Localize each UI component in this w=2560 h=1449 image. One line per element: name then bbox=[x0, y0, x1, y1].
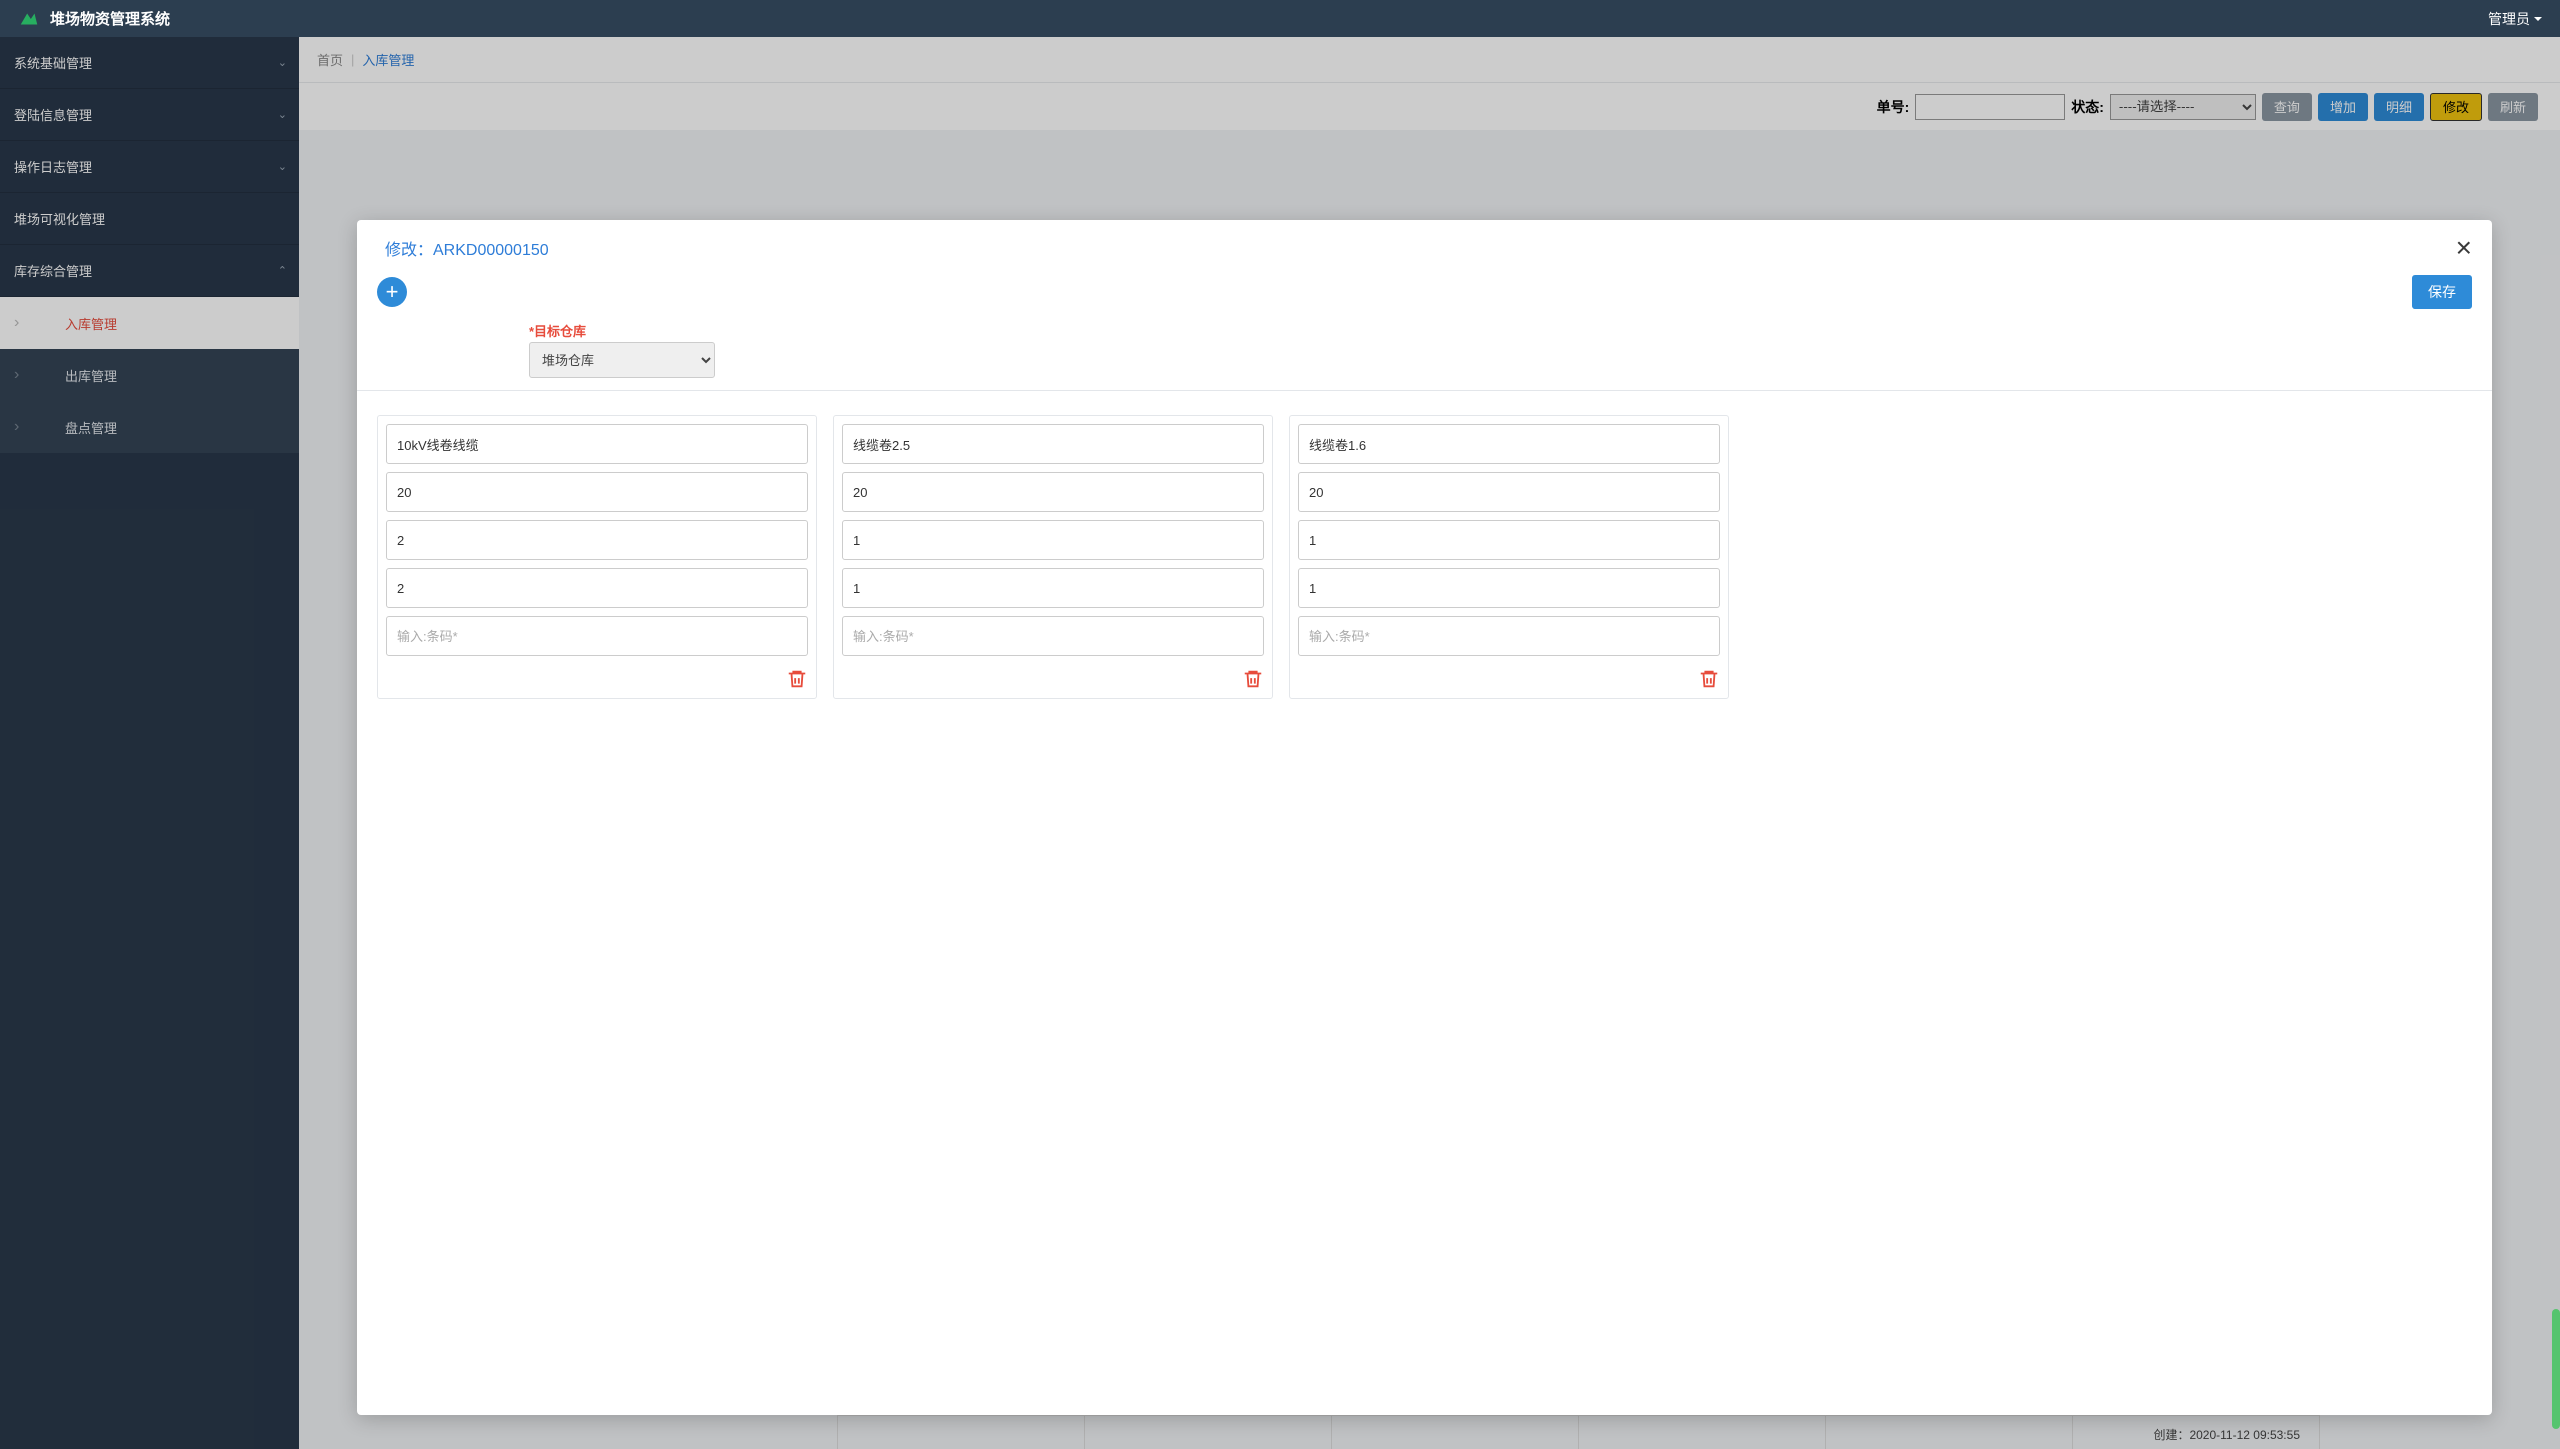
item-field-3[interactable] bbox=[1298, 568, 1720, 608]
user-menu[interactable]: 管理员 bbox=[2488, 9, 2542, 29]
item-name-input[interactable] bbox=[1298, 424, 1720, 464]
caret-down-icon bbox=[2534, 17, 2542, 21]
item-name-input[interactable] bbox=[842, 424, 1264, 464]
cards-container bbox=[357, 391, 2492, 723]
item-name-input[interactable] bbox=[386, 424, 808, 464]
trash-icon[interactable] bbox=[786, 668, 808, 690]
logo-icon bbox=[18, 8, 40, 30]
app-header: 堆场物资管理系统 管理员 bbox=[0, 0, 2560, 37]
trash-icon[interactable] bbox=[1698, 668, 1720, 690]
item-field-1[interactable] bbox=[842, 472, 1264, 512]
target-warehouse-label: *目标仓库 bbox=[385, 321, 2464, 340]
trash-icon[interactable] bbox=[1242, 668, 1264, 690]
save-button[interactable]: 保存 bbox=[2412, 275, 2472, 309]
add-card-button[interactable]: + bbox=[377, 277, 407, 307]
app-title: 堆场物资管理系统 bbox=[50, 8, 170, 29]
user-label: 管理员 bbox=[2488, 9, 2530, 29]
close-icon[interactable]: × bbox=[2456, 234, 2472, 262]
item-barcode-input[interactable] bbox=[842, 616, 1264, 656]
item-barcode-input[interactable] bbox=[386, 616, 808, 656]
item-field-1[interactable] bbox=[1298, 472, 1720, 512]
modal-title: 修改：ARKD00000150 bbox=[385, 236, 549, 260]
item-barcode-input[interactable] bbox=[1298, 616, 1720, 656]
item-card bbox=[377, 415, 817, 699]
item-field-1[interactable] bbox=[386, 472, 808, 512]
edit-modal: 修改：ARKD00000150 × + 保存 *目标仓库 堆场仓库 bbox=[357, 220, 2492, 1415]
item-field-2[interactable] bbox=[386, 520, 808, 560]
scrollbar[interactable] bbox=[2552, 37, 2560, 1449]
item-card bbox=[1289, 415, 1729, 699]
item-field-3[interactable] bbox=[842, 568, 1264, 608]
scrollbar-thumb[interactable] bbox=[2552, 1309, 2560, 1429]
item-card bbox=[833, 415, 1273, 699]
item-field-2[interactable] bbox=[1298, 520, 1720, 560]
target-warehouse-select[interactable]: 堆场仓库 bbox=[529, 342, 715, 378]
item-field-3[interactable] bbox=[386, 568, 808, 608]
item-field-2[interactable] bbox=[842, 520, 1264, 560]
